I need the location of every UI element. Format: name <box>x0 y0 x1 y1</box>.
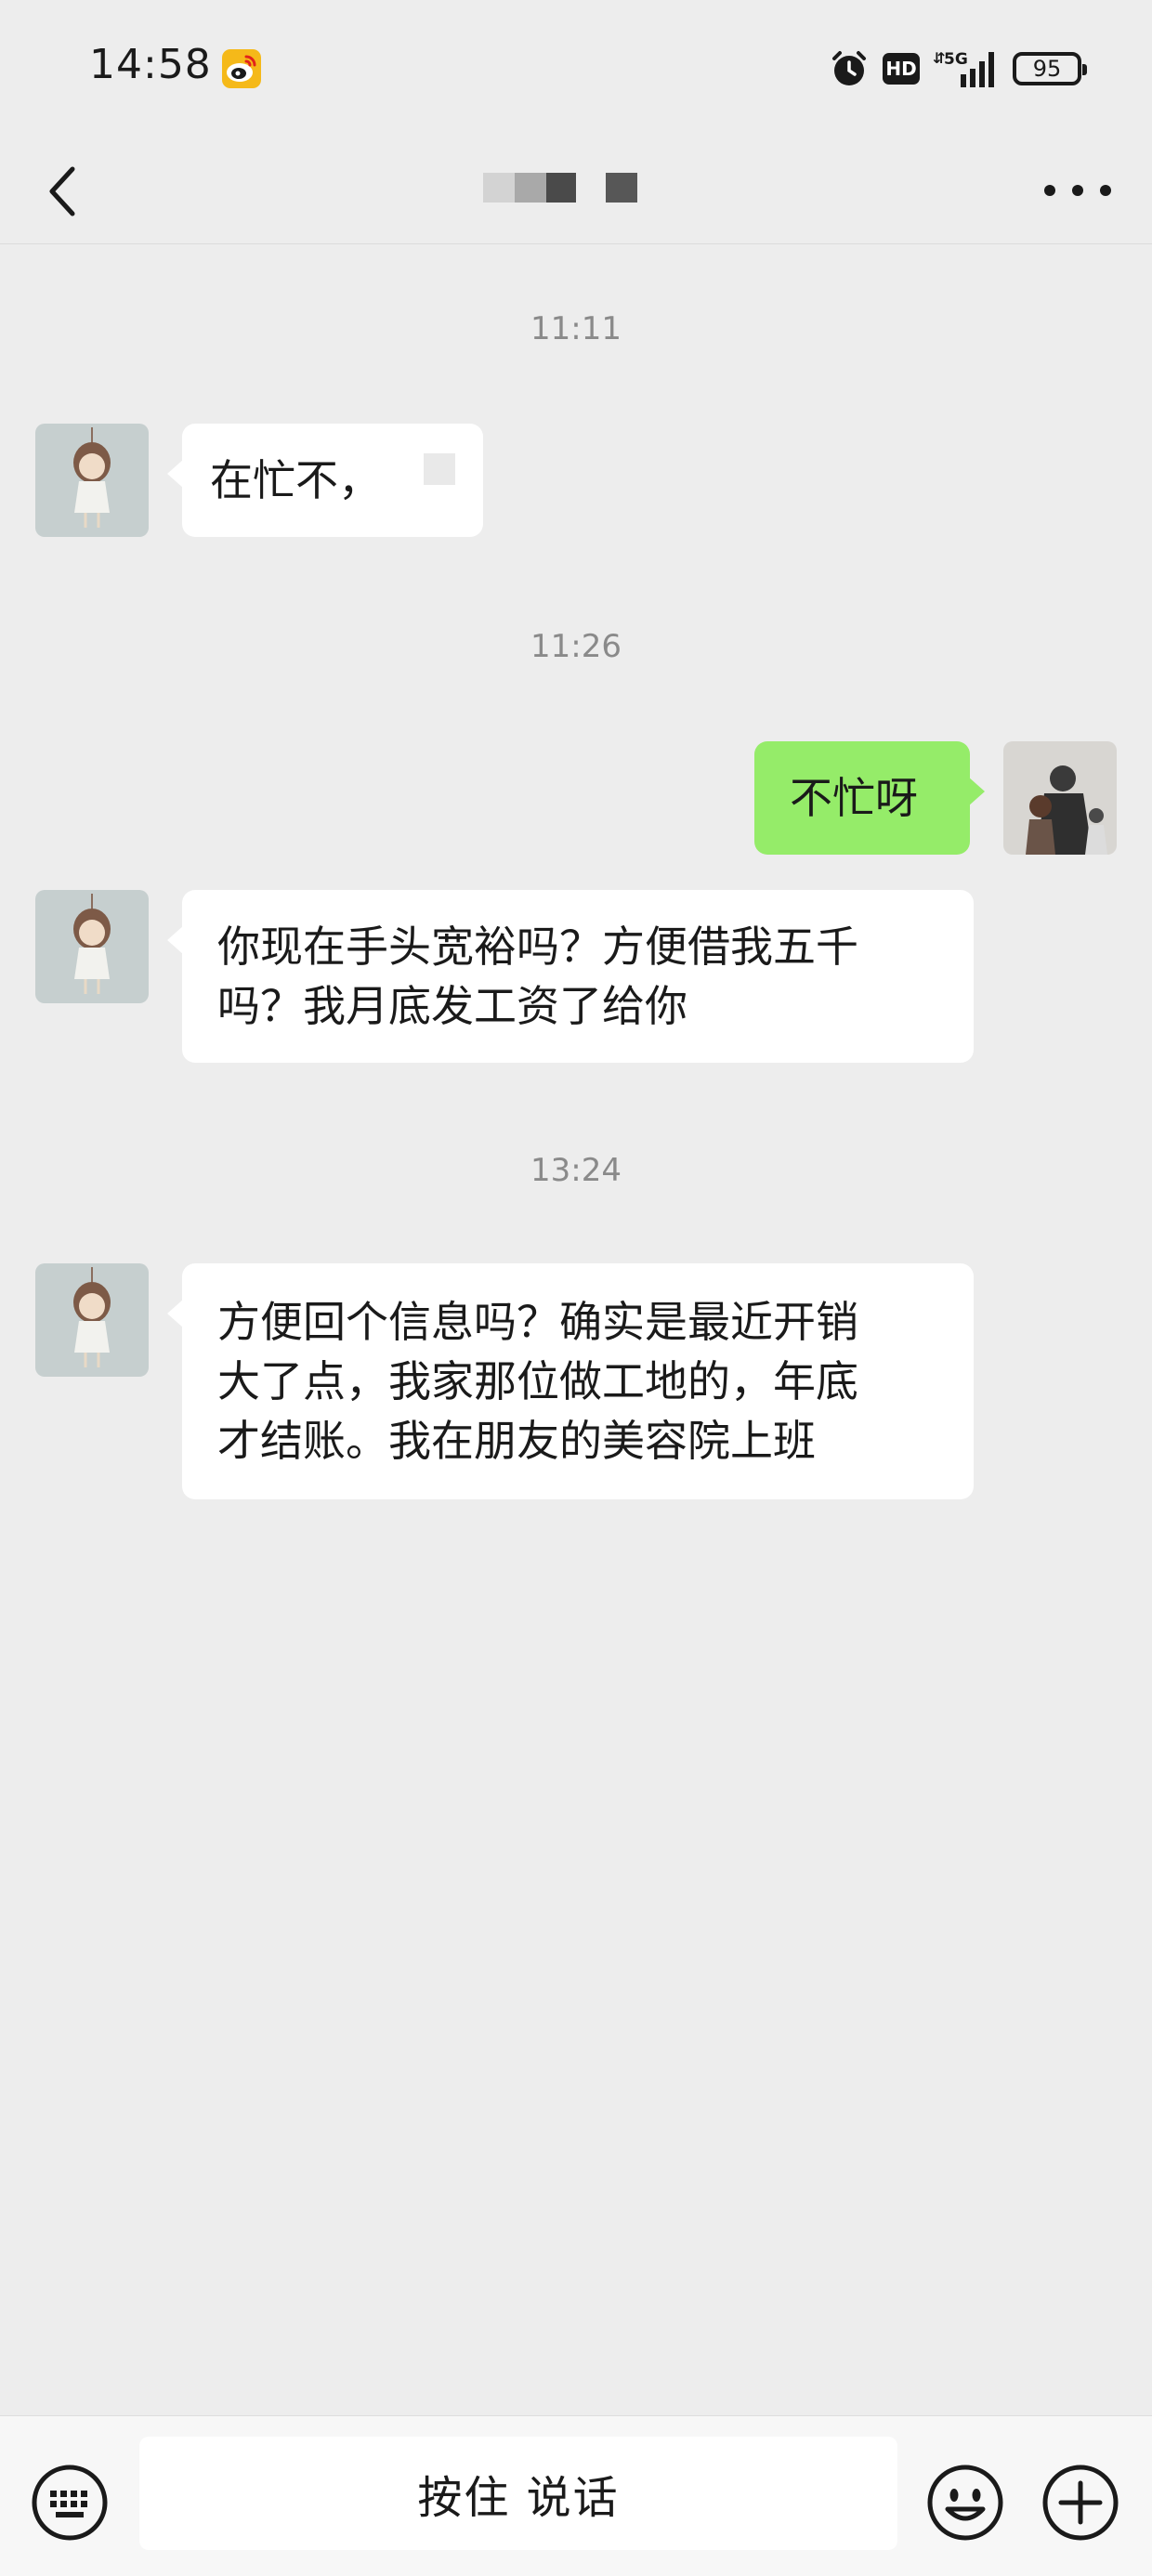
timestamp: 13:24 <box>530 1152 622 1189</box>
contact-avatar[interactable] <box>35 890 149 1003</box>
message-text: 你现在手头宽裕吗？方便借我五千 吗？我月底发工资了给你 <box>217 922 858 1031</box>
status-time: 14:58 <box>89 41 212 88</box>
network-label: 5G <box>944 50 968 69</box>
message-bubble-outgoing[interactable]: 不忙呀 <box>754 741 985 855</box>
alarm-icon <box>832 51 866 85</box>
timestamp: 11:11 <box>530 310 622 347</box>
message-text: 方便回个信息吗？确实是最近开销 大了点，我家那位做工地的，年底 才结账。我在朋友… <box>217 1297 858 1466</box>
status-indicators: HD ⇵ 5G 95 <box>829 45 1087 93</box>
battery-icon: 95 <box>1013 52 1087 85</box>
contact-avatar[interactable] <box>35 1263 149 1377</box>
message-text: 在忙不， <box>210 455 381 505</box>
keyboard-icon[interactable] <box>30 2463 110 2543</box>
hd-badge: HD <box>883 53 920 85</box>
my-avatar[interactable] <box>1003 741 1117 855</box>
message-text: 不忙呀 <box>790 773 918 823</box>
more-icon[interactable] <box>1044 167 1111 214</box>
back-icon[interactable] <box>37 139 89 243</box>
input-bar: 按住 说话 <box>0 2415 1152 2576</box>
battery-level: 95 <box>1032 56 1062 82</box>
contact-name-pixelated <box>483 173 637 203</box>
status-bar: 14:58 HD ⇵ 5G 95 <box>0 0 1152 139</box>
plus-icon[interactable] <box>1041 2463 1120 2543</box>
hold-to-talk-button[interactable]: 按住 说话 <box>139 2437 897 2550</box>
chat-header <box>0 139 1152 244</box>
message-bubble-incoming[interactable]: 在忙不， <box>167 424 483 537</box>
weibo-icon <box>222 49 261 88</box>
timestamp: 11:26 <box>530 628 622 665</box>
signal-icon: ⇵ 5G <box>933 49 994 87</box>
censored-patch <box>424 453 455 485</box>
message-bubble-incoming[interactable]: 方便回个信息吗？确实是最近开销 大了点，我家那位做工地的，年底 才结账。我在朋友… <box>167 1263 974 1499</box>
contact-avatar[interactable] <box>35 424 149 537</box>
message-bubble-incoming[interactable]: 你现在手头宽裕吗？方便借我五千 吗？我月底发工资了给你 <box>167 890 974 1063</box>
emoji-icon[interactable] <box>925 2463 1005 2543</box>
